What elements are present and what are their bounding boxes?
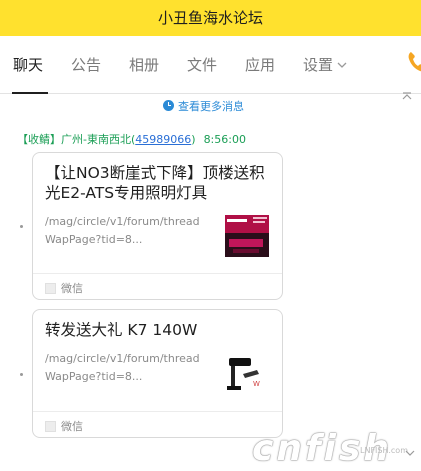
chevron-down-icon[interactable] (404, 448, 416, 458)
message-bullet (20, 373, 23, 376)
sender-name: 【收鲭】广州-東南西北 (17, 133, 131, 146)
message-sender-line: 【收鲭】广州-東南西北(45989066) 8:56:00 (17, 133, 246, 146)
card-source: 微信 (45, 418, 83, 434)
black-lamp-thumbnail-icon: W (223, 350, 271, 398)
card-url: /mag/circle/v1/forum/threadWapPage?tid=8… (45, 352, 200, 383)
light-fixture-thumbnail-icon (223, 213, 271, 261)
card-title: 【让NO3断崖式下降】顶楼送积光E2-ATS专用照明灯具 (45, 164, 265, 202)
card-source: 微信 (45, 280, 83, 296)
tab-chat[interactable]: 聊天 (13, 54, 43, 75)
card-title: 转发送大礼 K7 140W (45, 321, 198, 339)
wechat-icon (45, 421, 56, 432)
sender-qq-link[interactable]: 45989066 (135, 133, 191, 146)
message-bullet (20, 225, 23, 228)
clock-icon (163, 100, 174, 111)
card-divider (33, 411, 282, 412)
tab-settings[interactable]: 设置 (303, 54, 347, 75)
view-more-messages-link[interactable]: 查看更多消息 (163, 98, 244, 114)
link-card[interactable]: 转发送大礼 K7 140W /mag/circle/v1/forum/threa… (32, 309, 283, 438)
card-url: /mag/circle/v1/forum/threadWapPage?tid=8… (45, 215, 200, 246)
view-more-messages-label: 查看更多消息 (178, 100, 244, 113)
title-bar: 小丑鱼海水论坛 (0, 0, 421, 36)
card-divider (33, 273, 282, 274)
svg-text:W: W (253, 380, 260, 388)
watermark-domain: LNFISH.com (360, 446, 408, 455)
link-card[interactable]: 【让NO3断崖式下降】顶楼送积光E2-ATS专用照明灯具 /mag/circle… (32, 152, 283, 300)
tab-files[interactable]: 文件 (187, 54, 217, 75)
collapse-icon[interactable] (401, 90, 413, 102)
chevron-down-icon (337, 62, 347, 68)
tab-announcements[interactable]: 公告 (71, 54, 101, 75)
active-tab-indicator (12, 92, 48, 94)
message-time: 8:56:00 (203, 133, 246, 146)
group-title: 小丑鱼海水论坛 (157, 9, 263, 27)
tab-settings-label: 设置 (303, 56, 334, 74)
wechat-icon (45, 283, 56, 294)
tab-apps[interactable]: 应用 (245, 54, 275, 75)
tab-album[interactable]: 相册 (129, 54, 159, 75)
phone-icon[interactable] (407, 50, 421, 74)
tab-bar: 聊天 公告 相册 文件 应用 设置 (0, 36, 421, 94)
